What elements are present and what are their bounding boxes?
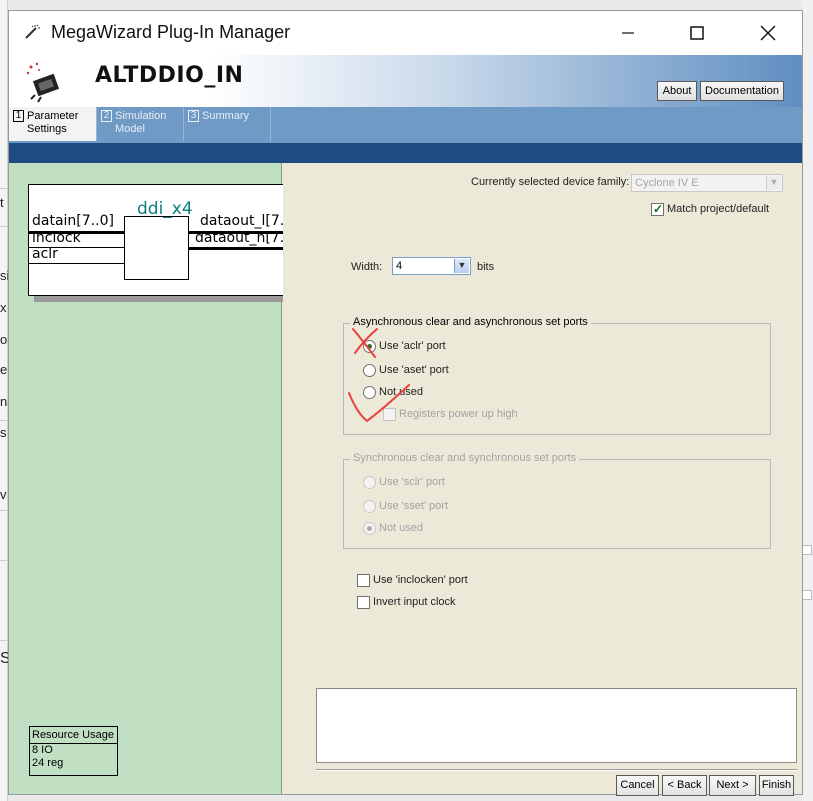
device-family-value: Cyclone IV E [635, 177, 699, 189]
sync-group-title: Synchronous clear and synchronous set po… [350, 452, 580, 464]
input-wire [29, 263, 124, 264]
width-value: 4 [396, 260, 403, 272]
close-icon [760, 25, 776, 41]
match-project-label: Match project/default [667, 203, 770, 215]
width-select[interactable]: 4 ▼ [392, 257, 471, 275]
tab-label: Parameter [27, 110, 79, 122]
resource-usage-box: Resource Usage 8 IO 24 reg [29, 726, 118, 776]
footer-separator [316, 769, 797, 771]
magic-wand-icon [25, 24, 40, 39]
port-inclock: inclock [32, 230, 81, 246]
chevron-down-icon: ▼ [454, 259, 469, 273]
radio-use-aset[interactable] [363, 364, 376, 377]
label-invert-input-clock: Invert input clock [373, 596, 456, 608]
sync-ports-group: Synchronous clear and synchronous set po… [343, 452, 771, 549]
tab-label: Settings [27, 123, 67, 135]
tab-label: Summary [202, 110, 250, 122]
title-bar: MegaWizard Plug-In Manager [9, 11, 802, 55]
background-text: s [0, 425, 7, 440]
label-use-inclocken: Use 'inclocken' port [373, 574, 468, 586]
background-scroll-square [802, 590, 812, 600]
label-use-aclr: Use 'aclr' port [379, 340, 446, 352]
window-title: MegaWizard Plug-In Manager [51, 22, 291, 42]
use-inclocken-checkbox[interactable] [357, 574, 370, 587]
tab-label: Simulation [115, 110, 167, 122]
symbol-body [124, 216, 189, 280]
radio-use-sclr[interactable] [363, 476, 376, 489]
background-text: x [0, 300, 7, 315]
documentation-button[interactable]: Documentation [700, 81, 784, 101]
message-area [316, 688, 797, 763]
next-button[interactable]: Next > [709, 775, 756, 796]
tab-label: Model [115, 123, 145, 135]
label-use-sclr: Use 'sclr' port [379, 476, 445, 488]
tab-summary[interactable]: 3 Summary [184, 107, 271, 141]
maximize-icon [690, 26, 704, 40]
label-use-aset: Use 'aset' port [379, 364, 449, 376]
label-async-not-used: Not used [379, 386, 424, 398]
device-family-label: Currently selected device family: [471, 176, 630, 188]
port-aclr: aclr [32, 246, 58, 262]
match-project-checkbox[interactable] [651, 202, 664, 216]
resource-usage-row: 8 IO [32, 744, 53, 756]
minimize-button[interactable] [605, 19, 651, 47]
background-text: o [0, 332, 8, 347]
tab-number: 2 [101, 110, 112, 122]
async-group-title: Asynchronous clear and asynchronous set … [350, 316, 591, 328]
label-use-sset: Use 'sset' port [379, 500, 449, 512]
port-datain: datain[7..0] [32, 213, 114, 229]
wizard-chip-logo-icon [26, 62, 60, 103]
finish-button[interactable]: Finish [759, 775, 794, 796]
minimize-icon [622, 32, 634, 34]
background-text: v [0, 487, 7, 502]
wizard-tab-bar: 1 Parameter Settings 2 Simulation Model 3 Sum… [9, 107, 802, 143]
radio-use-sset[interactable] [363, 500, 376, 513]
power-up-high-checkbox[interactable] [383, 408, 396, 421]
label-sync-not-used: Not used [379, 522, 424, 534]
megafunction-symbol: ddi_x4 datain[7..0] inclock aclr dataout… [28, 184, 303, 296]
cancel-button[interactable]: Cancel [616, 775, 659, 796]
tab-number: 1 [13, 110, 24, 122]
tab-simulation-model[interactable]: 2 Simulation Model [97, 107, 184, 141]
symbol-preview-pane: ddi_x4 datain[7..0] inclock aclr dataout… [9, 163, 303, 794]
back-button[interactable]: < Back [662, 775, 707, 796]
background-text: t [0, 195, 4, 210]
width-label: Width: [351, 261, 383, 273]
label-power-up-high: Registers power up high [399, 408, 518, 420]
background-app-strip: t si x o er na s v S [0, 0, 14, 801]
invert-input-clock-checkbox[interactable] [357, 596, 370, 609]
tab-number: 3 [188, 110, 199, 122]
parameter-settings-pane: Currently selected device family: Cyclon… [283, 163, 802, 796]
chevron-down-icon: ▼ [766, 176, 781, 190]
resource-usage-header: Resource Usage [30, 727, 117, 744]
background-app-right-strip [802, 0, 813, 801]
tab-parameter-settings[interactable]: 1 Parameter Settings [9, 107, 97, 141]
resource-usage-row: 24 reg [32, 757, 64, 769]
radio-sync-not-used[interactable] [363, 522, 376, 535]
async-ports-group: Asynchronous clear and asynchronous set … [343, 316, 771, 435]
megawizard-window: MegaWizard Plug-In Manager ALTDDIO_IN Ab… [8, 10, 803, 796]
maximize-button[interactable] [674, 19, 720, 47]
about-button[interactable]: About [657, 81, 697, 101]
radio-use-aclr[interactable] [363, 340, 376, 353]
width-unit-label: bits [477, 261, 495, 273]
device-family-select[interactable]: Cyclone IV E ▼ [631, 174, 783, 192]
radio-async-not-used[interactable] [363, 386, 376, 399]
megafunction-heading: ALTDDIO_IN [95, 63, 244, 88]
nav-band [9, 143, 802, 163]
close-button[interactable] [745, 19, 791, 47]
background-scroll-square [802, 545, 812, 555]
